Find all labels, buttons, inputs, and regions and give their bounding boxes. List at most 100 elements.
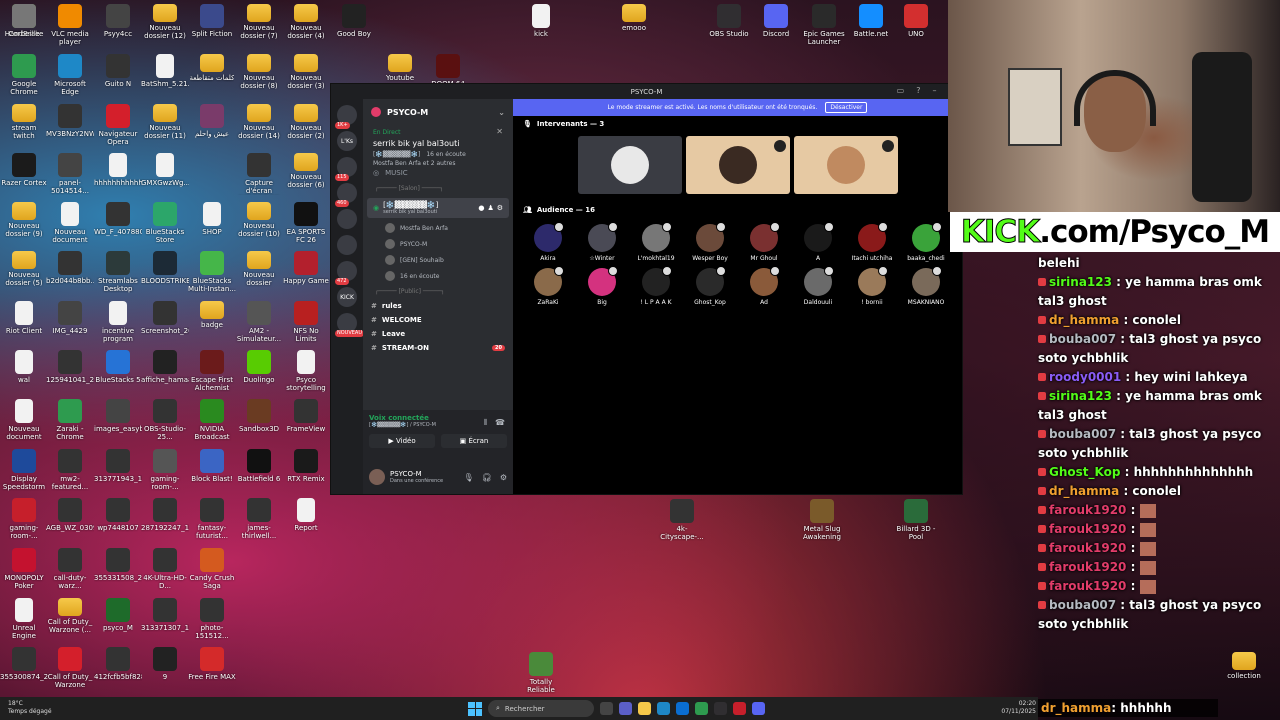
audience-member[interactable]: Akira	[521, 222, 575, 262]
server-icon[interactable]: 472	[335, 261, 357, 285]
desktop-icon[interactable]: Nouveau dossier (10)	[235, 202, 283, 238]
desktop-icon[interactable]: Streamlabs Desktop	[94, 251, 142, 293]
desktop-icon[interactable]: Google Chrome	[0, 54, 48, 96]
audience-member[interactable]: Big	[575, 266, 629, 306]
desktop-icon[interactable]: Nouveau document tex...	[46, 202, 94, 244]
desktop-icon[interactable]: psyco_M	[94, 598, 142, 632]
desktop-icon[interactable]: mw2-featured...	[46, 449, 94, 491]
audience-member[interactable]: ☆Winter	[575, 222, 629, 262]
text-channel[interactable]: # Leave	[363, 327, 513, 341]
desktop-icon[interactable]: Corbeille	[0, 4, 48, 38]
desktop-icon[interactable]: Sandbox3D	[235, 399, 283, 433]
desktop-icon[interactable]: hhhhhhhhhhh	[94, 153, 142, 187]
desktop-icon[interactable]: Call of Duty_ Warzone (...	[46, 598, 94, 634]
app-icon[interactable]	[733, 702, 746, 715]
disable-streamer-mode-button[interactable]: Désactiver	[825, 102, 868, 113]
desktop-icon[interactable]: Nouveau dossier (6)	[282, 153, 330, 189]
desktop-icon[interactable]: Navigateur Opera	[94, 104, 142, 146]
desktop-icon[interactable]: VLC media player	[46, 4, 94, 46]
desktop-icon[interactable]: RTX Remix	[282, 449, 330, 483]
chrome-icon[interactable]	[695, 702, 708, 715]
desktop-icon[interactable]: BlueStacks 5	[94, 350, 142, 384]
desktop-icon[interactable]: Screenshot_20...	[141, 301, 189, 335]
desktop-icon[interactable]: james-thirlwell...	[235, 498, 283, 540]
avatar[interactable]	[369, 469, 385, 485]
audience-member[interactable]: A	[791, 222, 845, 262]
file-explorer-icon[interactable]	[638, 702, 651, 715]
desktop-icon[interactable]: AM2 - Simulateur...	[235, 301, 283, 343]
desktop-icon[interactable]: NVIDIA Broadcast	[188, 399, 236, 441]
desktop-icon[interactable]: Nouveau dossier (7)	[235, 4, 283, 40]
teams-icon[interactable]	[619, 702, 632, 715]
audience-member[interactable]: Mr Ghoul	[737, 222, 791, 262]
desktop-icon[interactable]: Duolingo	[235, 350, 283, 384]
desktop-icon[interactable]: kick	[517, 4, 565, 38]
desktop-icon[interactable]: Nouveau dossier (11)	[141, 104, 189, 140]
desktop-icon[interactable]: wp7448107	[94, 498, 142, 532]
desktop-icon[interactable]: Billard 3D - Pool	[892, 499, 940, 541]
noise-suppression-icon[interactable]: ⫴	[484, 418, 487, 428]
speaker-tile[interactable]	[577, 136, 682, 194]
desktop-icon[interactable]: OBS-Studio-25...	[141, 399, 189, 441]
obs-icon[interactable]	[714, 702, 727, 715]
desktop-icon[interactable]: Split Fiction	[188, 4, 236, 38]
server-icon[interactable]	[337, 235, 357, 255]
audience-member[interactable]: baaka_chedi	[899, 222, 953, 262]
desktop-icon[interactable]: Metal Slug Awakening	[798, 499, 846, 541]
task-view-icon[interactable]	[600, 702, 613, 715]
desktop-icon[interactable]: Razer Cortex	[0, 153, 48, 187]
taskbar-search[interactable]: ⌕ Rechercher	[488, 700, 594, 717]
desktop-icon[interactable]: Happy Game	[282, 251, 330, 285]
text-channel[interactable]: # rules	[363, 299, 513, 313]
desktop-icon[interactable]: Zaraki - Chrome	[46, 399, 94, 441]
desktop-icon[interactable]: Nouveau dossier (12)	[141, 4, 189, 40]
server-icon[interactable]: 115	[335, 157, 357, 181]
desktop-icon[interactable]: Totally Reliable Delivery Service	[517, 652, 565, 694]
discord-icon[interactable]	[752, 702, 765, 715]
server-icon[interactable]: L'Ks	[337, 131, 357, 151]
chevron-down-icon[interactable]: ⌄	[498, 108, 505, 117]
desktop-icon[interactable]: Call of Duty_ Warzone (2020)	[46, 647, 94, 689]
desktop-icon[interactable]: Nouveau document text...	[0, 399, 48, 441]
desktop-icon[interactable]: OBS Studio	[705, 4, 753, 38]
desktop-icon[interactable]: Candy Crush Saga	[188, 548, 236, 590]
desktop-icon[interactable]: EA SPORTS FC 26	[282, 202, 330, 244]
gear-icon[interactable]: ⚙	[497, 204, 503, 212]
server-icon[interactable]	[337, 209, 357, 229]
desktop-icon[interactable]: عيش واحلم	[188, 104, 236, 138]
desktop-icon[interactable]: 412fcfb5bf8288...	[94, 647, 142, 681]
inbox-icon[interactable]: ▭	[897, 86, 905, 95]
desktop-icon[interactable]: IMG_4429	[46, 301, 94, 335]
desktop-icon[interactable]: incentive program	[94, 301, 142, 343]
speaker-tile[interactable]	[685, 136, 790, 194]
server-header[interactable]: PSYCO-M ⌄	[363, 99, 513, 125]
weather-widget[interactable]: 18°C Temps dégagé	[8, 700, 52, 716]
desktop-icon[interactable]: Psyy4cc	[94, 4, 142, 38]
help-icon[interactable]: ?	[916, 86, 920, 95]
desktop-icon[interactable]: 125941041_212...	[46, 350, 94, 384]
desktop-icon[interactable]: WD_F_4078800...	[94, 202, 142, 236]
video-button[interactable]: ▶ Vidéo	[369, 434, 435, 448]
desktop-icon[interactable]: SHOP	[188, 202, 236, 236]
audience-member[interactable]: Daldouuli	[791, 266, 845, 306]
desktop-icon[interactable]: b2d044b8bb...	[46, 251, 94, 285]
desktop-icon[interactable]: Block Blast!	[188, 449, 236, 483]
server-icon[interactable]: 460	[335, 183, 357, 207]
desktop-icon[interactable]: stream twitch	[0, 104, 48, 140]
screen-share-button[interactable]: ▣ Écran	[441, 434, 507, 448]
close-icon[interactable]: ✕	[496, 127, 503, 136]
voice-member[interactable]: PSYCO-M	[363, 236, 513, 252]
stage-event-card[interactable]: ✕ En Direct serrik bik yal bal3outi [❄️▓…	[369, 125, 507, 181]
desktop-icon[interactable]: Unreal Engine	[0, 598, 48, 640]
desktop-icon[interactable]: Microsoft Edge	[46, 54, 94, 96]
desktop-icon[interactable]: photo-151512...	[188, 598, 236, 640]
minimize-icon[interactable]: –	[932, 86, 936, 95]
desktop-icon[interactable]: GMXGwzWg...	[141, 153, 189, 187]
desktop-icon[interactable]: Nouveau dossier	[235, 251, 283, 287]
desktop-icon[interactable]: Display Speedstorm	[0, 449, 48, 491]
desktop-icon[interactable]: call-duty-warz...	[46, 548, 94, 590]
desktop-icon[interactable]: 313371307_154...	[141, 598, 189, 632]
add-user-icon[interactable]: ♟	[487, 204, 493, 212]
server-icon[interactable]: 1K+	[335, 105, 357, 129]
desktop-icon[interactable]: emooo	[610, 4, 658, 32]
